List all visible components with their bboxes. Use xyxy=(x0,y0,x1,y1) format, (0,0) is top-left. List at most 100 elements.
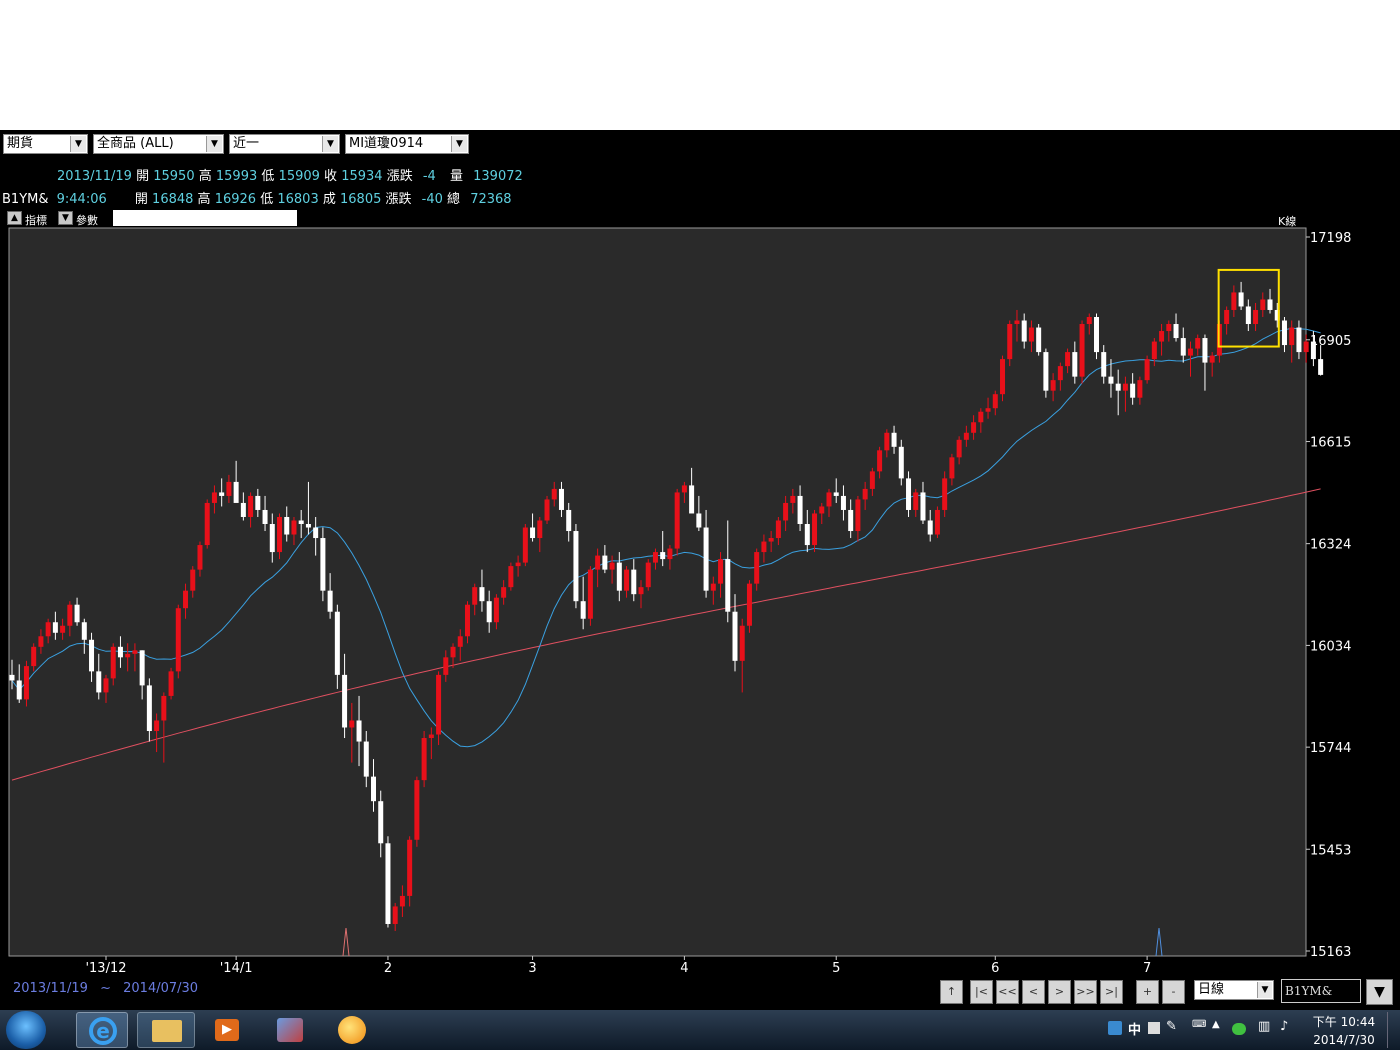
zoom-out-button[interactable]: - xyxy=(1162,980,1185,1004)
explorer-taskbar-button[interactable] xyxy=(137,1012,195,1048)
candle-body xyxy=(652,552,658,563)
trading-app-taskbar-button[interactable] xyxy=(272,1012,308,1048)
taskbar xyxy=(0,1010,1400,1050)
candle-body xyxy=(1245,306,1251,325)
system-clock[interactable]: 下午 10:44 2014/7/30 xyxy=(1305,1013,1383,1049)
ie-icon: e xyxy=(89,1017,117,1045)
candle-body xyxy=(602,555,608,570)
scroll-top-button[interactable]: ↑ xyxy=(940,980,963,1004)
candle-body xyxy=(833,492,839,496)
show-desktop-button[interactable] xyxy=(1387,1012,1398,1048)
candle-body xyxy=(1043,352,1049,391)
candle-body xyxy=(1281,320,1287,346)
keyboard-icon[interactable]: ⌨ xyxy=(1192,1019,1206,1030)
candle-body xyxy=(783,502,789,521)
jump-first-button[interactable]: |< xyxy=(970,980,993,1004)
step-forward-button[interactable]: > xyxy=(1048,980,1071,1004)
candle-body xyxy=(840,495,846,510)
zoom-in-button[interactable]: + xyxy=(1136,980,1159,1004)
candle-body xyxy=(1021,320,1027,342)
candle-body xyxy=(1202,338,1208,363)
y-tick-label: 17198 xyxy=(1310,231,1351,246)
candle-body xyxy=(1289,327,1295,346)
media-player-button[interactable]: ▶ xyxy=(212,1012,242,1048)
candle-body xyxy=(660,552,666,560)
kline-period-select[interactable]: 日線 ▼ xyxy=(1194,980,1274,1000)
candle-body xyxy=(197,545,203,570)
candle-body xyxy=(631,569,637,595)
ie-taskbar-button[interactable]: e xyxy=(76,1012,128,1048)
candle-body xyxy=(992,394,998,409)
ime-tool-icon[interactable]: ✎ xyxy=(1166,1019,1177,1034)
candle-body xyxy=(537,520,543,539)
candle-body xyxy=(1000,359,1006,395)
candle-body xyxy=(971,422,977,433)
x-tick-label: 5 xyxy=(832,961,840,976)
candle-body xyxy=(414,780,420,840)
candle-body xyxy=(898,446,904,479)
candle-body xyxy=(674,492,680,549)
candle-body xyxy=(1108,376,1114,384)
candle-body xyxy=(1267,299,1273,310)
x-tick-label: 4 xyxy=(680,961,688,976)
candle-body xyxy=(74,604,80,623)
candle-body xyxy=(754,552,760,584)
network-icon[interactable]: ▥ xyxy=(1258,1019,1270,1034)
candle-body xyxy=(906,478,912,510)
x-axis: '13/12 '14/1 2 3 4 5 6 7 xyxy=(85,956,1151,976)
start-orb-icon[interactable] xyxy=(6,1011,46,1049)
candle-body xyxy=(1007,324,1013,360)
candle-body xyxy=(732,611,738,661)
plot-area[interactable] xyxy=(8,227,1307,957)
candle-body xyxy=(804,524,810,546)
volume-icon[interactable]: ♪ xyxy=(1280,1019,1288,1034)
candle-body xyxy=(703,527,709,591)
step-back-button[interactable]: < xyxy=(1022,980,1045,1004)
candle-body xyxy=(1180,338,1186,356)
candle-body xyxy=(544,499,550,521)
candle-body xyxy=(392,906,398,924)
page-forward-button[interactable]: >> xyxy=(1074,980,1097,1004)
expand-down-button[interactable]: ▼ xyxy=(1366,979,1393,1005)
candle-body xyxy=(486,601,492,623)
jump-last-button[interactable]: >| xyxy=(1100,980,1123,1004)
candle-body xyxy=(479,587,485,602)
ime-indicator[interactable]: 中 xyxy=(1128,1019,1141,1038)
line-chat-icon[interactable] xyxy=(1232,1023,1246,1035)
candle-body xyxy=(1151,341,1157,360)
candle-body xyxy=(963,432,969,440)
candle-body xyxy=(515,562,521,567)
candle-body xyxy=(862,488,868,500)
chevron-down-icon[interactable]: ▼ xyxy=(1257,982,1272,998)
clock-time: 下午 10:44 xyxy=(1312,1015,1376,1029)
y-tick-label: 16905 xyxy=(1310,334,1351,349)
candle-body xyxy=(927,520,933,535)
symbol-input[interactable]: B1YM& xyxy=(1281,979,1361,1003)
y-tick-label: 16324 xyxy=(1310,538,1351,553)
candle-body xyxy=(689,485,695,514)
candle-body xyxy=(1057,366,1063,381)
page-back-button[interactable]: << xyxy=(996,980,1019,1004)
tray-expand-icon[interactable]: ▲ xyxy=(1212,1019,1220,1030)
ime-mode-icon[interactable] xyxy=(1148,1022,1160,1034)
candle-body xyxy=(450,646,456,658)
candle-body xyxy=(96,671,102,693)
messenger-taskbar-button[interactable] xyxy=(334,1012,370,1048)
candle-body xyxy=(9,674,15,681)
candle-body xyxy=(31,646,37,667)
candle-body xyxy=(146,685,152,732)
candlestick-chart[interactable]: 17198 16905 16615 16324 16034 15744 15453 15163… xyxy=(0,0,1400,1010)
tray-app-icon[interactable] xyxy=(1108,1021,1122,1035)
date-range: 2013/11/19 ~ 2014/07/30 xyxy=(13,981,198,996)
candle-body xyxy=(1101,352,1107,377)
candle-body xyxy=(855,499,861,532)
candle-body xyxy=(457,636,463,647)
candle-body xyxy=(681,485,687,493)
candle-body xyxy=(1137,380,1143,398)
candle-body xyxy=(1187,348,1193,356)
candle-body xyxy=(103,678,109,693)
candle-body xyxy=(1072,352,1078,377)
candle-body xyxy=(327,590,333,612)
candle-body xyxy=(624,569,630,591)
candle-body xyxy=(580,601,586,619)
